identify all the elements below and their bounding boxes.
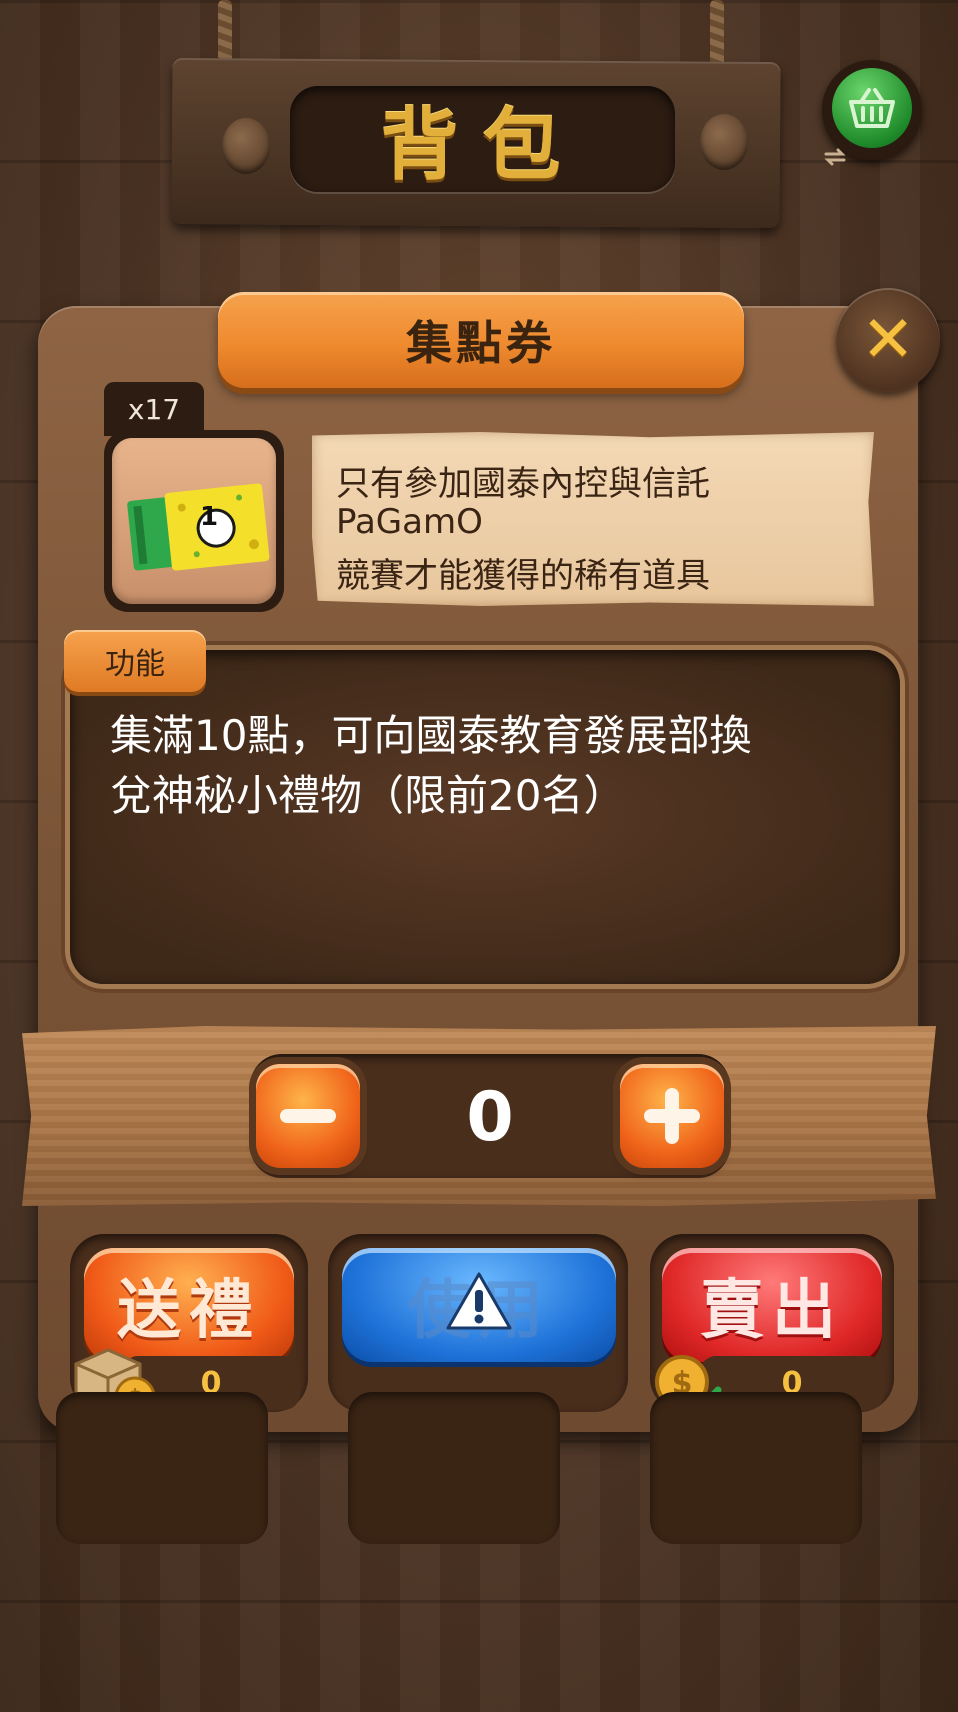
inventory-slot[interactable] <box>650 1392 862 1544</box>
function-box: 集滿10點，可向國泰教育發展部換 兌神秘小禮物（限前20名） <box>70 650 900 984</box>
rope-knot-left <box>222 118 270 174</box>
rope-right <box>710 0 724 70</box>
sell-label: 賣出 <box>700 1274 844 1348</box>
item-title-tab: 集點券 <box>218 292 744 388</box>
quantity-value: 0 <box>466 1077 514 1157</box>
item-icon-frame: 1 <box>104 430 284 612</box>
close-icon: ✕ <box>861 303 915 377</box>
item-description: 只有參加國泰內控與信託 PaGamO 競賽才能獲得的稀有道具 <box>312 432 874 606</box>
item-title: 集點券 <box>406 316 556 370</box>
decrease-button[interactable] <box>256 1064 360 1168</box>
function-line-2: 兌神秘小禮物（限前20名） <box>110 771 626 820</box>
gift-label: 送禮 <box>117 1274 261 1348</box>
item-slot: 1 <box>112 438 276 604</box>
use-button[interactable]: 使用 <box>342 1248 616 1362</box>
description-line-1: 只有參加國泰內控與信託 <box>336 464 710 504</box>
plus-icon <box>644 1088 700 1144</box>
increase-button[interactable] <box>620 1064 724 1168</box>
warning-icon <box>446 1272 512 1330</box>
item-count-badge: x17 <box>104 382 204 436</box>
inventory-slot[interactable] <box>348 1392 560 1544</box>
point-ticket-icon <box>127 483 270 571</box>
rope-knot-right <box>700 114 748 170</box>
header-title-plate: 背包 <box>290 86 675 192</box>
sell-button[interactable]: 賣出 <box>662 1248 882 1362</box>
minus-icon <box>280 1109 336 1123</box>
page-title: 背包 <box>380 101 585 191</box>
function-line-1: 集滿10點，可向國泰教育發展部換 <box>110 711 752 760</box>
ticket-number: 1 <box>200 502 219 532</box>
function-label-tab: 功能 <box>64 630 206 692</box>
inventory-slot[interactable] <box>56 1392 268 1544</box>
basket-icon <box>832 68 912 148</box>
item-count: x17 <box>127 392 181 426</box>
shop-button[interactable] <box>822 60 922 166</box>
swap-icon <box>824 148 846 166</box>
description-line-2: PaGamO <box>336 502 483 542</box>
close-button[interactable]: ✕ <box>836 288 940 392</box>
description-line-3: 競賽才能獲得的稀有道具 <box>336 556 710 596</box>
function-label: 功能 <box>105 647 165 682</box>
